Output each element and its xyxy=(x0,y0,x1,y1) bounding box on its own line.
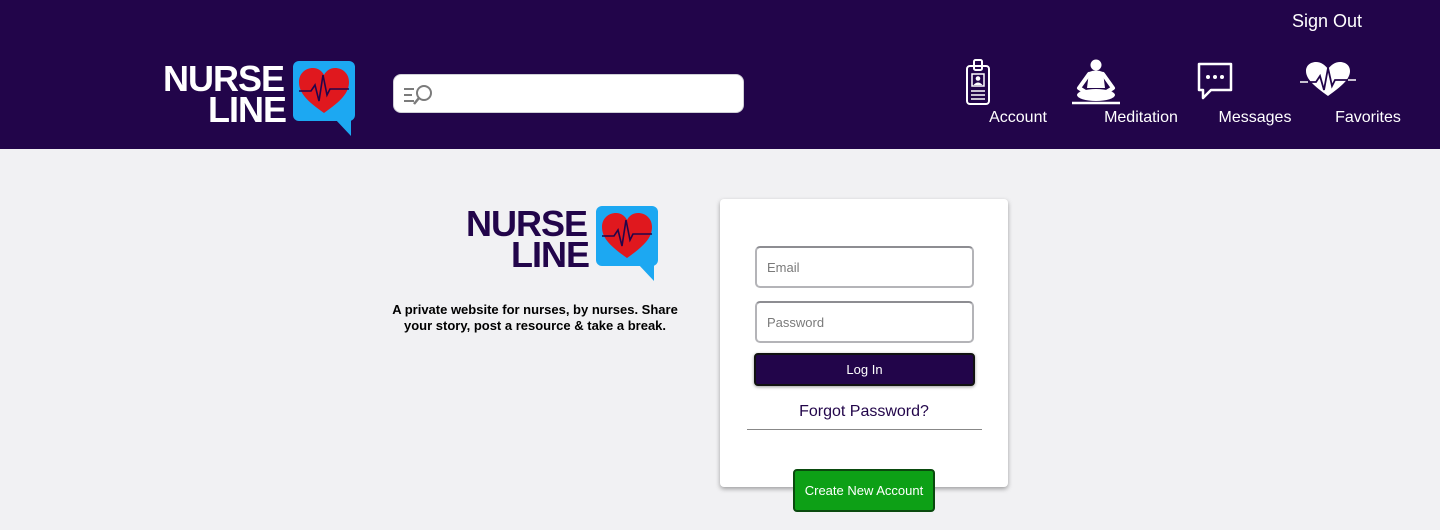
main-logo-text-line: LINE xyxy=(511,234,590,275)
search-bar xyxy=(393,74,744,113)
nav-meditation[interactable]: Meditation xyxy=(1051,58,1178,126)
nav-account[interactable]: Account xyxy=(938,58,1047,126)
search-icon[interactable] xyxy=(402,83,436,107)
chat-bubble-icon xyxy=(1197,62,1233,100)
divider xyxy=(747,429,982,430)
main-logo: NURSE LINE xyxy=(466,206,662,282)
id-badge-icon xyxy=(966,59,990,105)
site-tagline: A private website for nurses, by nurses.… xyxy=(392,302,678,333)
create-account-button[interactable]: Create New Account xyxy=(793,469,935,512)
password-field[interactable] xyxy=(755,301,974,343)
log-in-button[interactable]: Log In xyxy=(754,353,975,386)
nav-messages-label: Messages xyxy=(1218,109,1292,126)
sign-out-link[interactable]: Sign Out xyxy=(1292,11,1362,32)
heart-bubble-icon xyxy=(596,206,658,281)
nav-account-label: Account xyxy=(989,109,1047,126)
logo-text-line: LINE xyxy=(208,89,287,130)
email-field[interactable] xyxy=(755,246,974,288)
heart-bubble-icon xyxy=(293,61,355,136)
nav-meditation-label: Meditation xyxy=(1104,109,1178,126)
nav-favorites[interactable]: Favorites xyxy=(1288,58,1401,126)
nurse-line-logo[interactable]: NURSE LINE xyxy=(163,61,357,137)
nav-favorites-label: Favorites xyxy=(1335,109,1401,126)
search-input[interactable] xyxy=(438,79,734,109)
nav-messages[interactable]: Messages xyxy=(1175,58,1291,126)
forgot-password-link[interactable]: Forgot Password? xyxy=(720,403,1008,421)
login-card: Log In Forgot Password? xyxy=(720,199,1008,487)
top-header: Sign Out NURSE LINE Account Meditation M… xyxy=(0,0,1440,149)
heartbeat-icon xyxy=(1300,62,1356,96)
meditation-icon xyxy=(1072,59,1120,105)
